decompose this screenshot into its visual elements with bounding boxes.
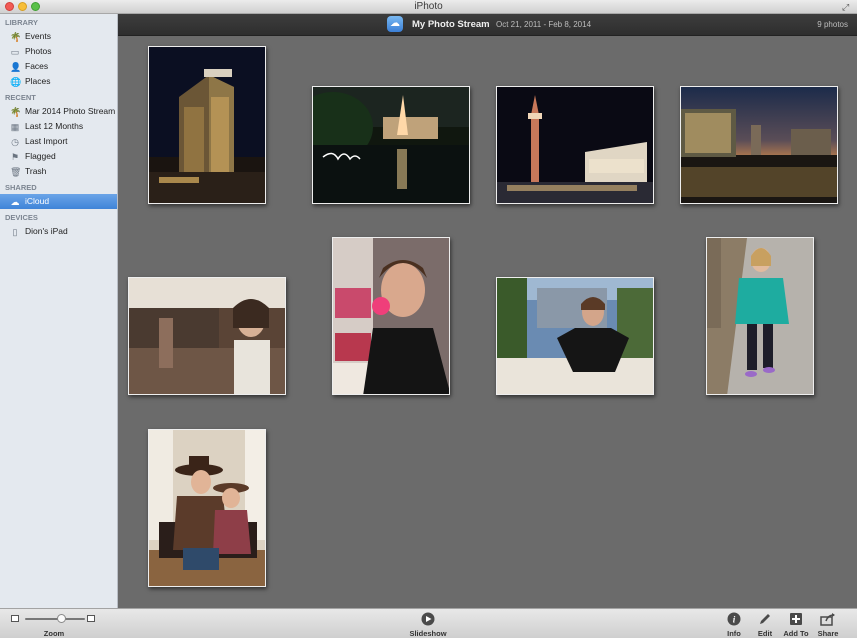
slideshow-button[interactable] — [421, 612, 435, 626]
sidebar-item-label: Places — [25, 76, 51, 86]
recent-heading: RECENT — [5, 93, 36, 102]
ipad-icon: ▯ — [12, 227, 18, 237]
photo-couple-cowboy-hats[interactable] — [148, 429, 266, 587]
edit-button[interactable] — [758, 612, 772, 626]
photo-girl-sidewalk[interactable] — [706, 237, 814, 395]
zoom-slider-knob[interactable] — [56, 614, 66, 623]
devices-heading: DEVICES — [5, 213, 38, 222]
photo-bellagio-fountain[interactable] — [312, 86, 470, 204]
photo-casino-woman[interactable] — [128, 277, 286, 395]
share-icon — [820, 613, 835, 626]
library-heading: LIBRARY — [5, 18, 39, 27]
calendar-icon: ▦ — [10, 122, 20, 132]
sidebar: LIBRARY 🌴 Events ▭ Photos 👤 Faces 🌐 Plac… — [0, 14, 118, 608]
bottom-toolbar: Zoom Slideshow i Info Edit Add To Share — [0, 608, 857, 638]
sidebar-item-dions-ipad[interactable]: ▯ Dion's iPad — [0, 224, 117, 239]
sidebar-item-label: Last 12 Months — [25, 121, 84, 131]
info-label: Info — [727, 629, 741, 638]
fullscreen-icon[interactable]: ⤢ — [842, 2, 852, 12]
album-date-range: Oct 21, 2011 - Feb 8, 2014 — [496, 20, 592, 29]
slideshow-label: Slideshow — [409, 629, 447, 638]
globe-icon: 🌐 — [10, 77, 22, 87]
sidebar-item-label: Last Import — [25, 136, 68, 146]
album-title: My Photo Stream — [412, 19, 490, 30]
flag-icon: ⚑ — [10, 152, 20, 162]
iphoto-window: iPhoto ⤢ LIBRARY 🌴 Events ▭ Photos 👤 Fac… — [0, 0, 857, 638]
sidebar-item-label: Events — [25, 31, 51, 41]
sidebar-item-label: Trash — [25, 166, 47, 176]
photo-caesars-tower-night[interactable] — [148, 46, 266, 204]
sidebar-item-label: Photos — [25, 46, 52, 56]
sidebar-item-faces[interactable]: 👤 Faces — [0, 59, 117, 74]
zoom-slider-track[interactable] — [25, 618, 85, 620]
edit-label: Edit — [757, 629, 773, 638]
photo-strip-skyline-dusk[interactable] — [680, 86, 838, 204]
share-button[interactable] — [820, 612, 835, 626]
info-icon: i — [727, 612, 741, 626]
sidebar-item-label: Mar 2014 Photo Stream — [25, 106, 116, 116]
plus-icon — [790, 613, 802, 625]
clock-icon: ◷ — [11, 137, 19, 147]
photo-woman-balcony[interactable] — [496, 277, 654, 395]
sidebar-item-label: Faces — [25, 61, 49, 71]
photo-stack-icon: ▭ — [10, 47, 20, 57]
play-icon — [421, 612, 435, 626]
sidebar-item-trash[interactable]: 🗑 Trash — [0, 164, 117, 179]
window-title: iPhoto — [414, 1, 443, 12]
sidebar-item-events[interactable]: 🌴 Events — [0, 29, 117, 44]
sidebar-item-label: iCloud — [25, 196, 50, 206]
pencil-icon — [760, 614, 770, 624]
photo-venetian-campanile[interactable] — [496, 86, 654, 204]
photo-stream-icon: ☁ — [387, 16, 403, 32]
sidebar-item-flagged[interactable]: ⚑ Flagged — [0, 149, 117, 164]
zoom-out-icon[interactable] — [11, 615, 19, 622]
sidebar-item-photos[interactable]: ▭ Photos — [0, 44, 117, 59]
title-bar: iPhoto ⤢ — [0, 0, 857, 14]
share-label: Share — [817, 629, 839, 638]
zoom-in-icon[interactable] — [87, 615, 95, 622]
palm-tree-icon: 🌴 — [10, 32, 22, 42]
sidebar-item-last-import[interactable]: ◷ Last Import — [0, 134, 117, 149]
zoom-label: Zoom — [43, 629, 65, 638]
sidebar-item-mar-2014-photo-stream[interactable]: 🌴 Mar 2014 Photo Stream — [0, 104, 117, 119]
photo-count: 9 photos — [817, 20, 848, 29]
sidebar-item-last-12-months[interactable]: ▦ Last 12 Months — [0, 119, 117, 134]
photo-grid — [118, 36, 857, 608]
trash-icon: 🗑 — [10, 167, 22, 177]
content-header: ☁ My Photo Stream Oct 21, 2011 - Feb 8, … — [118, 14, 857, 36]
shared-heading: SHARED — [5, 183, 37, 192]
sidebar-item-icloud[interactable]: ☁ iCloud — [0, 194, 117, 209]
photo-woman-clown-nose[interactable] — [332, 237, 450, 395]
cloud-icon: ☁ — [10, 197, 20, 207]
add-to-button[interactable] — [789, 612, 803, 626]
sidebar-item-label: Flagged — [25, 151, 56, 161]
sidebar-item-places[interactable]: 🌐 Places — [0, 74, 117, 89]
sidebar-item-label: Dion's iPad — [25, 226, 68, 236]
palm-tree-icon: 🌴 — [10, 107, 22, 117]
person-icon: 👤 — [10, 62, 22, 72]
info-button[interactable]: i — [727, 612, 741, 626]
add-to-label: Add To — [783, 629, 809, 638]
